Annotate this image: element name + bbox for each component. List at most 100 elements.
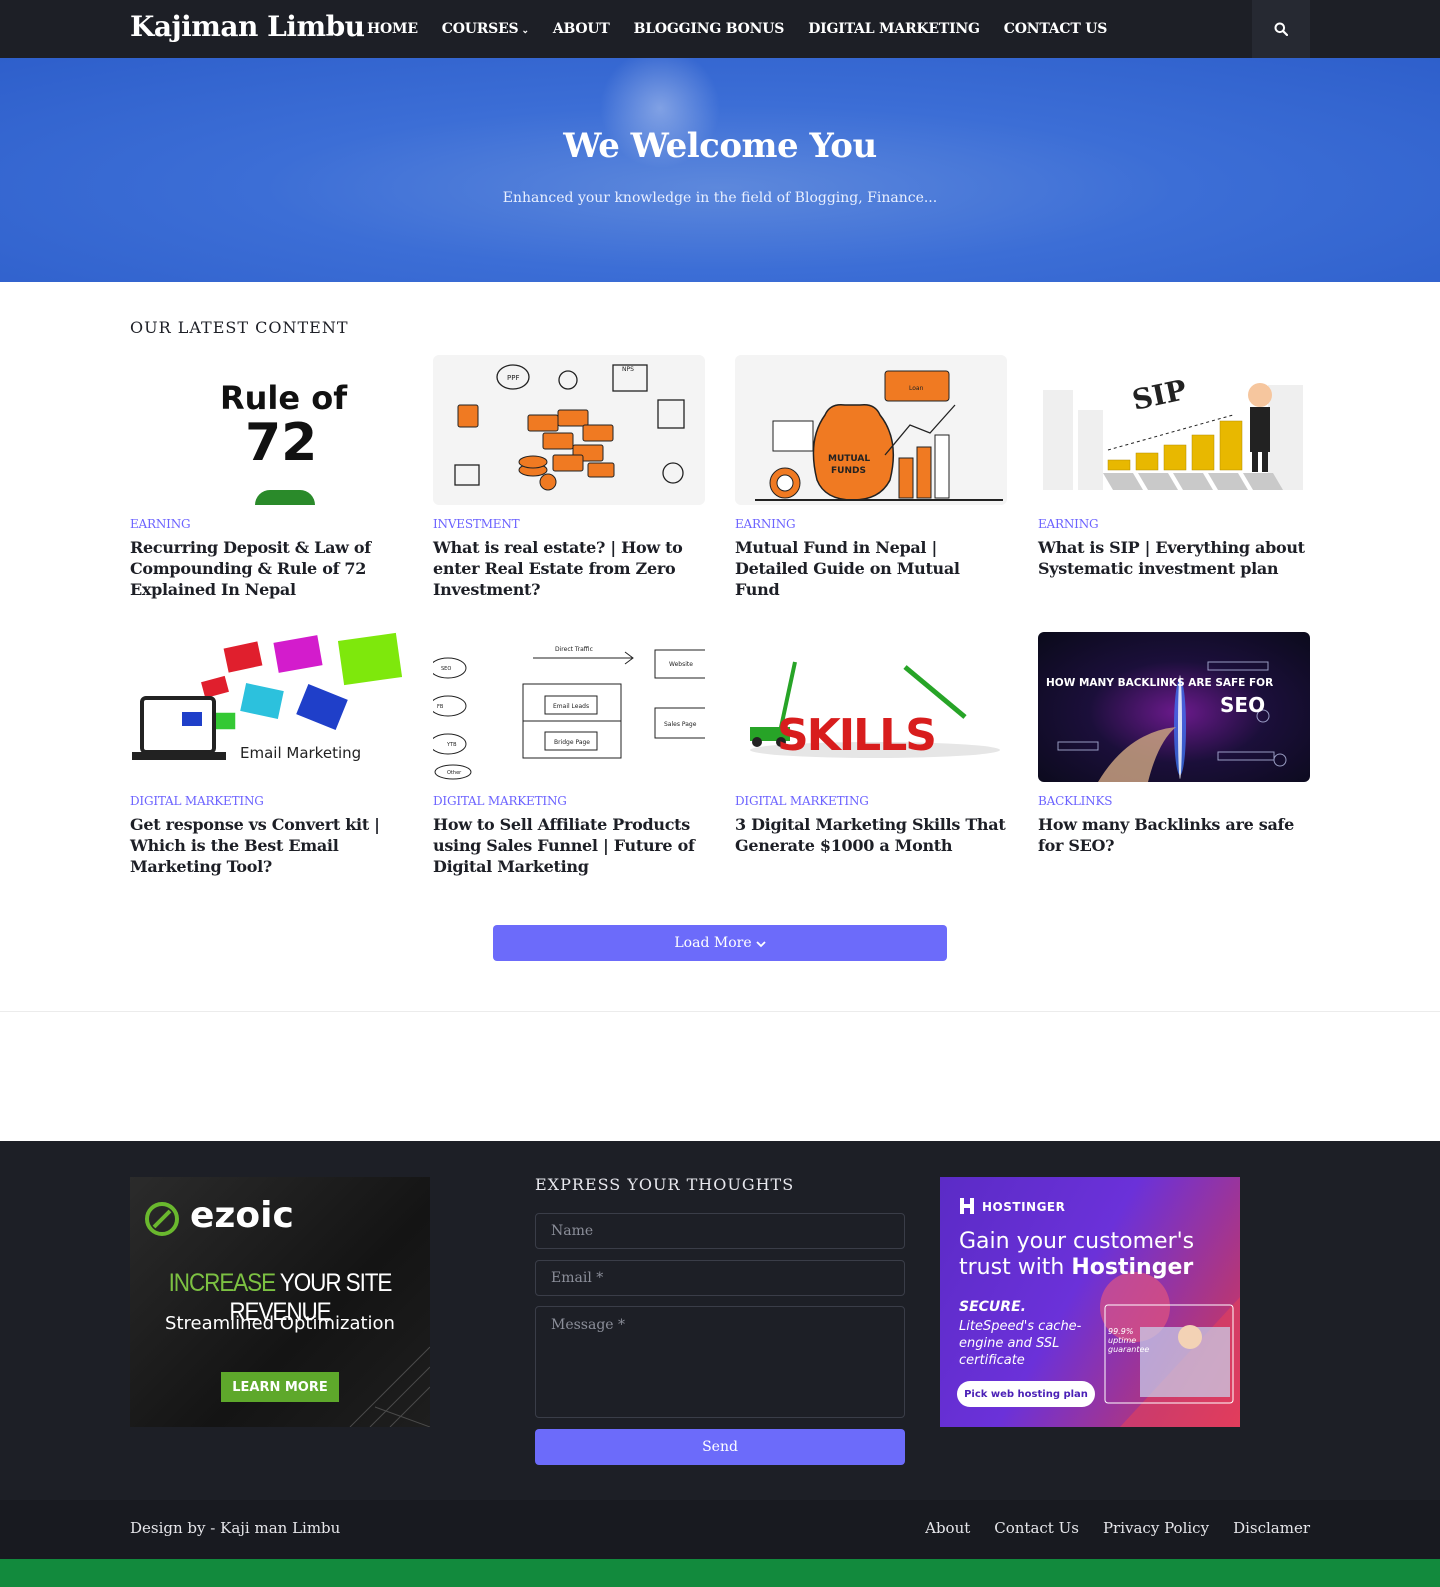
post-title[interactable]: Get response vs Convert kit | Which is t… — [130, 814, 402, 877]
hostinger-ad[interactable]: HOSTINGER Gain your customer's trust wit… — [940, 1177, 1240, 1427]
chevron-down-icon: ⌄ — [521, 26, 529, 36]
hero-subtitle: Enhanced your knowledge in the field of … — [502, 190, 938, 206]
thumb-text: Direct Traffic — [555, 646, 593, 653]
post-thumbnail[interactable]: SIP — [1038, 355, 1310, 505]
post-card[interactable]: MUTUAL FUNDS Loan EARNING Mutual Fund in… — [735, 355, 1007, 600]
main-nav: HOME COURSES ⌄ ABOUT BLOGGING BONUS DIGIT… — [367, 0, 1131, 58]
bottom-accent-bar — [0, 1559, 1440, 1587]
footer-links: About Contact Us Privacy Policy Disclame… — [901, 1519, 1310, 1537]
name-field[interactable]: Name — [535, 1213, 905, 1249]
footer-link-privacy-policy[interactable]: Privacy Policy — [1103, 1519, 1209, 1537]
thumb-text: SEO — [441, 666, 451, 672]
thumb-text: Sales Page — [664, 721, 697, 728]
thumb-decor — [255, 490, 315, 505]
hero-banner: We Welcome You Enhanced your knowledge i… — [0, 58, 1440, 282]
nav-item-about[interactable]: ABOUT — [553, 21, 610, 37]
pick-plan-button[interactable]: Pick web hosting plan — [957, 1381, 1095, 1407]
thumb-text: 72 — [245, 413, 318, 473]
ezoic-logo-text: ezoic — [190, 1195, 294, 1236]
post-category[interactable]: EARNING — [1038, 517, 1310, 531]
post-title[interactable]: How to Sell Affiliate Products using Sal… — [433, 814, 705, 877]
post-thumbnail[interactable]: HOW MANY BACKLINKS ARE SAFE FOR SEO — [1038, 632, 1310, 782]
message-field[interactable]: Message * — [535, 1306, 905, 1418]
email-field[interactable]: Email * — [535, 1260, 905, 1296]
post-category[interactable]: EARNING — [735, 517, 1007, 531]
nav-item-contact-us[interactable]: CONTACT US — [1004, 21, 1108, 37]
sales-funnel-diagram: Direct Traffic Website SEO FB YTB Other … — [433, 646, 705, 780]
post-category[interactable]: EARNING — [130, 517, 402, 531]
post-thumbnail[interactable]: Rule of 72 — [130, 355, 402, 505]
thumb-text: HOW MANY BACKLINKS ARE SAFE FOR — [1046, 677, 1273, 689]
post-title[interactable]: How many Backlinks are safe for SEO? — [1038, 814, 1310, 856]
email-marketing-illustration: Email Marketing — [132, 632, 402, 762]
ad-uptime: 99.9% uptime guarantee — [1108, 1327, 1150, 1354]
money-illustration: PPF NPS — [454, 364, 685, 491]
thumb-text: Other — [447, 770, 462, 776]
load-more-button[interactable]: Load More — [493, 925, 947, 961]
footer-link-about[interactable]: About — [925, 1519, 970, 1537]
learn-more-button[interactable]: LEARN MORE — [221, 1372, 339, 1402]
thumb-text: Email Leads — [553, 703, 589, 710]
post-thumbnail[interactable]: SKILLS — [735, 632, 1007, 782]
ad-headline: Gain your customer's trust with Hostinge… — [959, 1229, 1195, 1280]
search-button[interactable] — [1252, 0, 1310, 58]
hostinger-logo-text: HOSTINGER — [982, 1200, 1066, 1214]
post-thumbnail[interactable]: PPF NPS — [433, 355, 705, 505]
contact-form-heading: EXPRESS YOUR THOUGHTS — [535, 1175, 795, 1194]
post-card[interactable]: SKILLS DIGITAL MARKETING 3 Digital Marke… — [735, 632, 1007, 856]
nav-item-blogging-bonus[interactable]: BLOGGING BONUS — [634, 21, 785, 37]
section-divider — [0, 1011, 1440, 1012]
post-thumbnail[interactable]: Direct Traffic Website SEO FB YTB Other … — [433, 632, 705, 782]
ad-secure: SECURE. — [959, 1299, 1026, 1315]
mutual-fund-illustration: MUTUAL FUNDS Loan — [755, 370, 1003, 501]
thumb-text: SKILLS — [777, 710, 935, 761]
post-category[interactable]: BACKLINKS — [1038, 794, 1310, 808]
search-icon — [1274, 22, 1288, 36]
thumb-text: NPS — [622, 366, 634, 373]
thumb-text: Rule of — [220, 379, 348, 417]
post-card[interactable]: Email Marketing DIGITAL MARKETING Get re… — [130, 632, 402, 877]
hero-title: We Welcome You — [563, 126, 877, 166]
thumb-text: Loan — [909, 385, 924, 392]
ad-subline: Streamlined Optimization — [165, 1313, 395, 1334]
footer-credit: Design by - Kaji man Limbu — [130, 1519, 341, 1537]
thumb-text: MUTUAL — [828, 454, 870, 464]
send-button[interactable]: Send — [535, 1429, 905, 1465]
thumb-text: Bridge Page — [554, 739, 590, 746]
post-title[interactable]: 3 Digital Marketing Skills That Generate… — [735, 814, 1007, 856]
nav-item-courses[interactable]: COURSES ⌄ — [442, 21, 529, 37]
post-title[interactable]: Mutual Fund in Nepal | Detailed Guide on… — [735, 537, 1007, 600]
thumb-text: SIP — [1129, 373, 1189, 417]
post-title[interactable]: What is real estate? | How to enter Real… — [433, 537, 705, 600]
post-card[interactable]: Direct Traffic Website SEO FB YTB Other … — [433, 632, 705, 877]
post-card[interactable]: HOW MANY BACKLINKS ARE SAFE FOR SEO BACK… — [1038, 632, 1310, 856]
thumb-text: PPF — [507, 374, 519, 382]
ad-body: LiteSpeed's cache-engine and SSL certifi… — [959, 1319, 1082, 1368]
backlinks-illustration: HOW MANY BACKLINKS ARE SAFE FOR SEO — [1046, 661, 1287, 782]
post-category[interactable]: DIGITAL MARKETING — [735, 794, 1007, 808]
thumb-text: FB — [437, 704, 444, 710]
footer-link-disclaimer[interactable]: Disclamer — [1233, 1519, 1310, 1537]
footer-link-contact-us[interactable]: Contact Us — [994, 1519, 1079, 1537]
sip-illustration: SIP — [1043, 373, 1303, 490]
post-thumbnail[interactable]: Email Marketing — [130, 632, 402, 782]
post-card[interactable]: PPF NPS INVESTMENT What is real estate? … — [433, 355, 705, 600]
post-category[interactable]: DIGITAL MARKETING — [130, 794, 402, 808]
post-title[interactable]: What is SIP | Everything about Systemati… — [1038, 537, 1310, 579]
post-card[interactable]: Rule of 72 EARNING Recurring Deposit & L… — [130, 355, 402, 600]
chevron-down-icon — [755, 941, 766, 948]
thumb-text: Email Marketing — [240, 744, 361, 762]
thumb-text: Website — [669, 661, 693, 668]
post-card[interactable]: SIP EARNING What is SIP | Everything abo… — [1038, 355, 1310, 579]
skills-illustration: SKILLS — [750, 661, 1000, 761]
post-thumbnail[interactable]: MUTUAL FUNDS Loan — [735, 355, 1007, 505]
post-title[interactable]: Recurring Deposit & Law of Compounding &… — [130, 537, 402, 600]
thumb-text: SEO — [1220, 693, 1265, 717]
nav-item-digital-marketing[interactable]: DIGITAL MARKETING — [808, 21, 980, 37]
site-logo[interactable]: Kajiman Limbu — [130, 10, 365, 43]
ezoic-ad[interactable]: ezoic INCREASE YOUR SITE REVENUE Streaml… — [130, 1177, 430, 1427]
section-heading: OUR LATEST CONTENT — [130, 318, 349, 337]
nav-item-home[interactable]: HOME — [367, 21, 418, 37]
post-category[interactable]: DIGITAL MARKETING — [433, 794, 705, 808]
post-category[interactable]: INVESTMENT — [433, 517, 705, 531]
